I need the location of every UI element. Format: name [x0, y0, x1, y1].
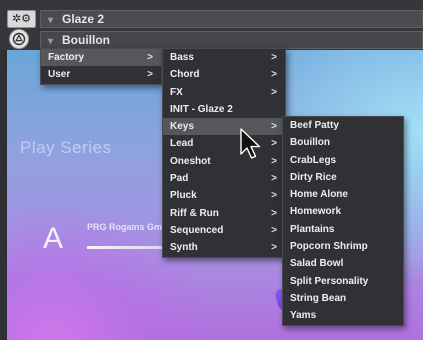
- menu-item-lead[interactable]: Lead >: [163, 135, 285, 152]
- submenu-arrow-icon: >: [271, 242, 277, 254]
- menu-item-preset[interactable]: Salad Bowl: [283, 255, 403, 272]
- submenu-arrow-icon: >: [271, 52, 277, 63]
- brand-text: Play Series: [20, 138, 112, 157]
- chevron-down-icon: ▾: [48, 15, 54, 26]
- menu-item-riff-and-run[interactable]: Riff & Run >: [163, 205, 285, 222]
- menu-item-preset[interactable]: Beef Patty: [283, 117, 403, 134]
- mouse-pointer-icon: [240, 128, 261, 159]
- menu-item-preset[interactable]: String Bean: [283, 290, 403, 307]
- bank-preset-bar[interactable]: ▾ Bouillon: [40, 31, 423, 49]
- menu-item-preset[interactable]: Dirty Rice: [283, 169, 403, 186]
- menu-item-preset[interactable]: Split Personality: [283, 273, 403, 290]
- menu-item-fx[interactable]: FX >: [163, 84, 285, 101]
- submenu-arrow-icon: >: [271, 224, 277, 236]
- artwork-preset-label: PRG Rogains Gmin: [87, 222, 171, 232]
- menu-item-preset[interactable]: Home Alone: [283, 186, 403, 203]
- menu-item-preset[interactable]: Popcorn Shrimp: [283, 238, 403, 255]
- menu-item-init[interactable]: INIT - Glaze 2: [163, 101, 285, 118]
- menu-item-synth[interactable]: Synth >: [163, 239, 285, 256]
- factory-submenu: Bass > Chord > FX > INIT - Glaze 2 Keys > Le…: [162, 48, 286, 258]
- power-button[interactable]: [9, 29, 29, 49]
- submenu-arrow-icon: >: [271, 69, 277, 81]
- menu-item-pluck[interactable]: Pluck >: [163, 187, 285, 204]
- menu-item-chord[interactable]: Chord >: [163, 66, 285, 83]
- power-icon: [12, 32, 26, 46]
- submenu-arrow-icon: >: [271, 86, 277, 98]
- brand-letter: A: [43, 222, 64, 255]
- submenu-arrow-icon: >: [147, 69, 153, 81]
- menu-item-preset[interactable]: Homework: [283, 203, 403, 220]
- instrument-preset-bar[interactable]: ▾ Glaze 2: [40, 10, 423, 28]
- submenu-arrow-icon: >: [271, 207, 277, 219]
- preset-category-menu: Factory > User >: [40, 48, 162, 85]
- menu-item-keys[interactable]: Keys >: [163, 118, 285, 136]
- bank-title: Bouillon: [62, 33, 110, 47]
- keys-submenu: Beef Patty Bouillon CrabLegs Dirty Rice …: [282, 116, 404, 326]
- menu-item-preset[interactable]: Plantains: [283, 221, 403, 238]
- menu-item-pad[interactable]: Pad >: [163, 170, 285, 187]
- settings-button[interactable]: ✲⚙: [7, 10, 36, 28]
- menu-item-sequenced[interactable]: Sequenced >: [163, 222, 285, 239]
- submenu-arrow-icon: >: [271, 138, 277, 150]
- instrument-title: Glaze 2: [62, 12, 105, 26]
- submenu-arrow-icon: >: [271, 173, 277, 185]
- submenu-arrow-icon: >: [271, 155, 277, 167]
- menu-item-preset[interactable]: Bouillon: [283, 134, 403, 151]
- menu-item-preset[interactable]: Yams: [283, 307, 403, 324]
- menu-item-user[interactable]: User >: [41, 66, 161, 83]
- menu-item-factory[interactable]: Factory >: [41, 49, 161, 67]
- submenu-arrow-icon: >: [271, 121, 277, 133]
- gear-icon: ✲⚙: [11, 13, 32, 25]
- menu-item-preset[interactable]: CrabLegs: [283, 152, 403, 169]
- menu-item-bass[interactable]: Bass >: [163, 49, 285, 66]
- submenu-arrow-icon: >: [271, 190, 277, 202]
- submenu-arrow-icon: >: [147, 52, 153, 63]
- menu-item-oneshot[interactable]: Oneshot >: [163, 153, 285, 170]
